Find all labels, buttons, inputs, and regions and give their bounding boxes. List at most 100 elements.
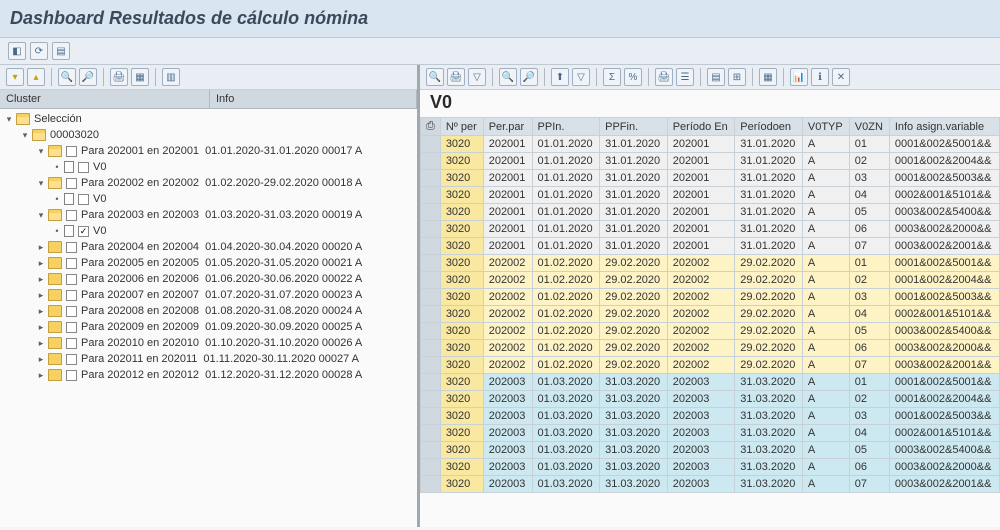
checkbox[interactable] <box>78 194 89 205</box>
row-selector[interactable] <box>421 374 441 391</box>
table-row[interactable]: 302020200301.03.202031.03.202020200331.0… <box>421 408 1000 425</box>
row-selector[interactable] <box>421 187 441 204</box>
tree-row[interactable]: ▸Para 202009 en 20200901.09.2020-30.09.2… <box>0 319 417 335</box>
expander-icon[interactable]: ▸ <box>36 354 46 364</box>
tree-row[interactable]: ▸Para 202005 en 20200501.05.2020-31.05.2… <box>0 255 417 271</box>
row-selector[interactable] <box>421 408 441 425</box>
row-selector[interactable] <box>421 442 441 459</box>
details-icon[interactable]: 🔍 <box>426 68 444 86</box>
expand-icon[interactable]: ▾ <box>6 68 24 86</box>
checkbox[interactable] <box>66 306 77 317</box>
expander-icon[interactable]: ▾ <box>36 210 46 220</box>
checkbox[interactable] <box>66 146 77 157</box>
sum-icon[interactable]: Σ <box>603 68 621 86</box>
sort-asc-icon[interactable]: ⬆ <box>551 68 569 86</box>
row-selector[interactable] <box>421 255 441 272</box>
table-row[interactable]: 302020200301.03.202031.03.202020200331.0… <box>421 459 1000 476</box>
find-next-icon[interactable]: 🔎 <box>79 68 97 86</box>
checkbox[interactable]: ✓ <box>78 226 89 237</box>
table-row[interactable]: 302020200301.03.202031.03.202020200331.0… <box>421 442 1000 459</box>
tree-row[interactable]: ▸Para 202012 en 20201201.12.2020-31.12.2… <box>0 367 417 383</box>
columns-icon[interactable]: ▥ <box>162 68 180 86</box>
table-row[interactable]: 302020200101.01.202031.01.202020200131.0… <box>421 238 1000 255</box>
checkbox[interactable] <box>66 274 77 285</box>
tree-row[interactable]: ▸Para 202010 en 20201001.10.2020-31.10.2… <box>0 335 417 351</box>
table-row[interactable]: 302020200201.02.202029.02.202020200229.0… <box>421 323 1000 340</box>
row-selector[interactable] <box>421 340 441 357</box>
tree-row[interactable]: ▾Para 202001 en 20200101.01.2020-31.01.2… <box>0 143 417 159</box>
select-all[interactable]: ⎙ <box>421 118 441 136</box>
filter-icon[interactable]: ▽ <box>468 68 486 86</box>
layout2-icon[interactable]: ☰ <box>676 68 694 86</box>
print-icon[interactable]: 🖨 <box>110 68 128 86</box>
checkbox[interactable] <box>66 242 77 253</box>
checkbox[interactable] <box>66 290 77 301</box>
table-row[interactable]: 302020200101.01.202031.01.202020200131.0… <box>421 221 1000 238</box>
table-row[interactable]: 302020200101.01.202031.01.202020200131.0… <box>421 170 1000 187</box>
table-row[interactable]: 302020200201.02.202029.02.202020200229.0… <box>421 289 1000 306</box>
row-selector[interactable] <box>421 221 441 238</box>
tree-row[interactable]: •V0 <box>0 191 417 207</box>
expander-icon[interactable]: ▸ <box>36 290 46 300</box>
tree-row[interactable]: ▸Para 202006 en 20200601.06.2020-30.06.2… <box>0 271 417 287</box>
print2-icon[interactable]: 🖨 <box>447 68 465 86</box>
tree-row[interactable]: ▾Para 202002 en 20200201.02.2020-29.02.2… <box>0 175 417 191</box>
column-header[interactable]: PPIn. <box>532 118 600 136</box>
row-selector[interactable] <box>421 136 441 153</box>
expander-icon[interactable]: ▸ <box>36 242 46 252</box>
refresh-icon[interactable]: ⟳ <box>30 42 48 60</box>
row-selector[interactable] <box>421 272 441 289</box>
export-icon[interactable]: ▤ <box>52 42 70 60</box>
row-selector[interactable] <box>421 289 441 306</box>
expander-icon[interactable]: ▸ <box>36 338 46 348</box>
column-header[interactable]: V0ZN <box>849 118 889 136</box>
column-header[interactable]: PPFin. <box>600 118 668 136</box>
tree-row[interactable]: ▸Para 202007 en 20200701.07.2020-31.07.2… <box>0 287 417 303</box>
checkbox[interactable] <box>66 210 77 221</box>
window-icon[interactable]: ◧ <box>8 42 26 60</box>
subtotal-icon[interactable]: % <box>624 68 642 86</box>
export2-icon[interactable]: ▤ <box>707 68 725 86</box>
chart-icon[interactable]: 📊 <box>790 68 808 86</box>
tree-row[interactable]: •V0 <box>0 159 417 175</box>
row-selector[interactable] <box>421 425 441 442</box>
table-row[interactable]: 302020200301.03.202031.03.202020200331.0… <box>421 391 1000 408</box>
row-selector[interactable] <box>421 306 441 323</box>
table-row[interactable]: 302020200301.03.202031.03.202020200331.0… <box>421 476 1000 493</box>
table-row[interactable]: 302020200101.01.202031.01.202020200131.0… <box>421 136 1000 153</box>
tree-row[interactable]: ▾00003020 <box>0 127 417 143</box>
collapse-icon[interactable]: ▾ <box>4 114 14 124</box>
row-selector[interactable] <box>421 459 441 476</box>
tree-row[interactable]: ▸Para 202011 en 20201101.11.2020-30.11.2… <box>0 351 417 367</box>
select-layout-icon[interactable]: ▦ <box>759 68 777 86</box>
table-row[interactable]: 302020200201.02.202029.02.202020200229.0… <box>421 357 1000 374</box>
checkbox[interactable] <box>66 354 77 365</box>
row-selector[interactable] <box>421 170 441 187</box>
filter2-icon[interactable]: ▽ <box>572 68 590 86</box>
find2-icon[interactable]: 🔍 <box>499 68 517 86</box>
row-selector[interactable] <box>421 238 441 255</box>
close-icon[interactable]: ✕ <box>832 68 850 86</box>
column-header[interactable]: Períodoen <box>735 118 803 136</box>
row-selector[interactable] <box>421 391 441 408</box>
find-icon[interactable]: 🔍 <box>58 68 76 86</box>
row-selector[interactable] <box>421 476 441 493</box>
table-row[interactable]: 302020200201.02.202029.02.202020200229.0… <box>421 272 1000 289</box>
row-selector[interactable] <box>421 323 441 340</box>
checkbox[interactable] <box>66 258 77 269</box>
tree-row[interactable]: ▾Para 202003 en 20200301.03.2020-31.03.2… <box>0 207 417 223</box>
table-row[interactable]: 302020200301.03.202031.03.202020200331.0… <box>421 425 1000 442</box>
checkbox[interactable] <box>66 322 77 333</box>
table-row[interactable]: 302020200101.01.202031.01.202020200131.0… <box>421 153 1000 170</box>
expander-icon[interactable]: ▾ <box>36 178 46 188</box>
collapse-icon[interactable]: ▾ <box>20 130 30 140</box>
expander-icon[interactable]: ▾ <box>36 146 46 156</box>
row-selector[interactable] <box>421 153 441 170</box>
table-row[interactable]: 302020200201.02.202029.02.202020200229.0… <box>421 340 1000 357</box>
info-icon[interactable]: ℹ <box>811 68 829 86</box>
table-row[interactable]: 302020200101.01.202031.01.202020200131.0… <box>421 187 1000 204</box>
print3-icon[interactable]: 🖨 <box>655 68 673 86</box>
row-selector[interactable] <box>421 357 441 374</box>
layout-icon[interactable]: ▦ <box>131 68 149 86</box>
checkbox[interactable] <box>78 162 89 173</box>
